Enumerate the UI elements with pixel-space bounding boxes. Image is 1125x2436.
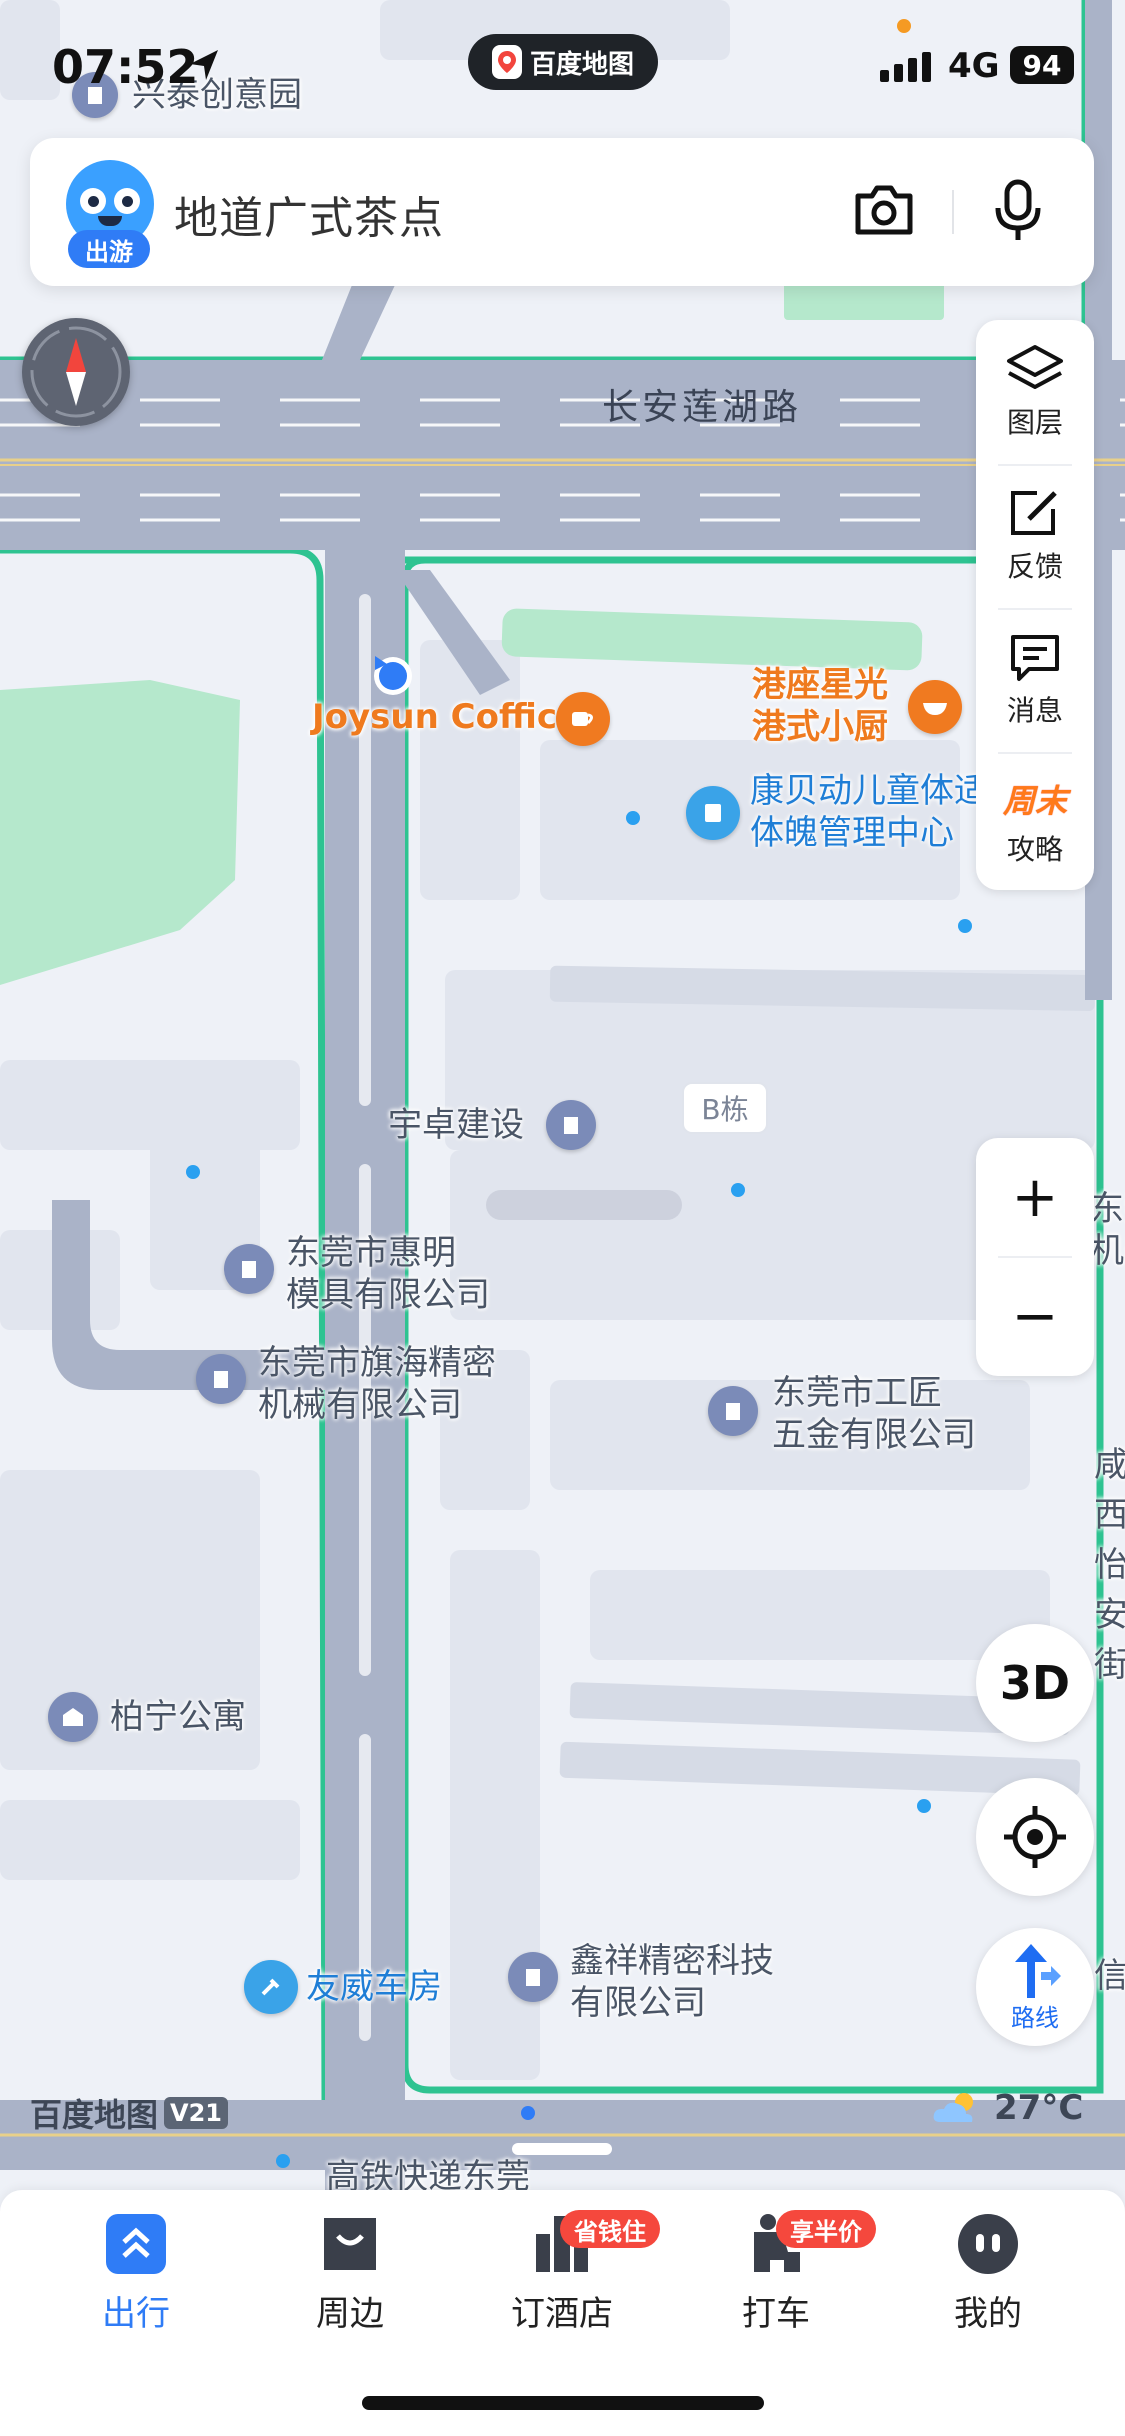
nearby-bag-icon	[324, 2218, 376, 2270]
layers-icon	[1007, 345, 1063, 389]
hotel-promo-badge: 省钱住	[560, 2210, 660, 2248]
sheet-handle[interactable]	[512, 2143, 612, 2155]
building-b-label: B栋	[701, 1093, 749, 1126]
cellular-signal-icon	[880, 52, 931, 82]
building-icon	[224, 1244, 274, 1294]
search-bar[interactable]: 出游 地道广式茶点	[30, 138, 1094, 286]
3d-toggle-button[interactable]: 3D	[976, 1624, 1094, 1742]
travel-tab-icon	[106, 2214, 166, 2274]
zoom-in-button[interactable]: +	[976, 1138, 1094, 1257]
map-tools-panel: 图层 反馈 消息 周末 攻略	[976, 320, 1094, 890]
zoom-controls: + −	[976, 1138, 1094, 1376]
poi-label-line1: 港座星光	[752, 665, 888, 705]
message-icon	[1011, 635, 1059, 681]
microphone-icon[interactable]	[990, 178, 1046, 244]
profile-face-icon	[958, 2214, 1018, 2274]
ad-banner[interactable]	[486, 1190, 682, 1220]
building-b-tag: B栋	[682, 1082, 768, 1134]
apartment-icon	[48, 1692, 98, 1742]
app-back-pill[interactable]: 百度地图	[468, 34, 658, 90]
road-label-main: 长安莲湖路	[602, 387, 803, 428]
layers-button[interactable]: 图层	[976, 322, 1094, 462]
brand-version: V21	[164, 2097, 228, 2129]
status-time: 07:52	[52, 40, 199, 94]
poi-label: 友威车房	[306, 1967, 442, 2007]
route-arrow-icon	[1015, 1943, 1061, 1998]
compass-needle-icon	[30, 326, 122, 418]
weather-widget[interactable]: 27°C	[930, 2088, 1083, 2128]
tab-nearby[interactable]: 周边	[270, 2212, 430, 2352]
road-label-right-vertical: 咸西怡安街	[1094, 1445, 1125, 1685]
building-icon	[196, 1354, 246, 1404]
building-icon	[546, 1100, 596, 1150]
tab-taxi-label: 打车	[742, 2294, 810, 2334]
poi-edge-right-1: 东莞	[1090, 1189, 1125, 1229]
tab-profile-label: 我的	[954, 2294, 1022, 2334]
messages-button[interactable]: 消息	[976, 610, 1094, 750]
tab-nearby-label: 周边	[316, 2294, 384, 2334]
poi-label: 宇卓建设	[388, 1105, 524, 1145]
camera-icon[interactable]	[852, 182, 916, 238]
tab-travel[interactable]: 出行	[56, 2212, 216, 2352]
poi-label: Joysun Coffice	[312, 697, 581, 737]
search-divider	[952, 190, 954, 234]
battery-indicator: 94	[1010, 46, 1074, 84]
poi-label-line2: 港式小厨	[752, 707, 888, 747]
travel-badge[interactable]: 出游	[68, 230, 150, 268]
book-icon	[686, 786, 740, 840]
route-button[interactable]: 路线	[976, 1928, 1094, 2046]
building-icon	[508, 1952, 558, 2002]
coffee-icon	[556, 692, 610, 746]
guide-button[interactable]: 周末 攻略	[976, 752, 1094, 892]
poi-edge-right-2: 机器	[1090, 1231, 1125, 1271]
status-bar: 07:52 百度地图 4G 94	[0, 0, 1125, 130]
poi-label-line1: 鑫祥精密科技	[570, 1941, 774, 1981]
car-repair-icon	[244, 1960, 298, 2014]
poi-label: 柏宁公寓	[110, 1697, 246, 1737]
compass-button[interactable]	[22, 318, 130, 426]
poi-label-line2: 模具有限公司	[286, 1275, 490, 1315]
app-pill-label: 百度地图	[529, 49, 634, 80]
restaurant-icon	[908, 680, 962, 734]
poi-label-line1: 康贝动儿童体适	[750, 771, 988, 811]
3d-label: 3D	[999, 1656, 1071, 1710]
weekend-badge-icon: 周末	[1002, 782, 1067, 820]
edit-icon	[1011, 491, 1057, 535]
taxi-promo-badge: 享半价	[776, 2210, 876, 2248]
poi-label-line2: 机械有限公司	[258, 1385, 462, 1425]
baidu-map-logo-icon	[491, 45, 522, 79]
route-label: 路线	[1011, 2003, 1059, 2032]
layers-label: 图层	[1006, 406, 1063, 439]
brand-text: 百度地图	[30, 2096, 159, 2134]
messages-label: 消息	[1006, 694, 1063, 727]
poi-label-line1: 东莞市旗海精密	[258, 1343, 496, 1383]
search-input[interactable]: 地道广式茶点	[174, 182, 444, 246]
poi-label-line2: 体魄管理中心	[750, 813, 954, 853]
map-brand-scale: 百度地图 V21	[30, 2090, 228, 2136]
zoom-out-button[interactable]: −	[976, 1257, 1094, 1376]
locate-crosshair-icon	[1004, 1806, 1066, 1868]
guide-label: 攻略	[1006, 833, 1063, 866]
location-arrow-icon	[190, 50, 218, 80]
poi-edge-right-xin: 信	[1094, 1956, 1125, 1996]
building-icon	[708, 1386, 758, 1436]
poi-label-line2: 有限公司	[570, 1983, 706, 2023]
poi-label-line1: 东莞市惠明	[286, 1233, 456, 1273]
locate-button[interactable]	[976, 1778, 1094, 1896]
feedback-label: 反馈	[1006, 550, 1063, 583]
temperature: 27°C	[994, 2088, 1084, 2128]
feedback-button[interactable]: 反馈	[976, 466, 1094, 606]
partly-cloudy-icon	[933, 2093, 973, 2122]
tab-hotel-label: 订酒店	[511, 2294, 613, 2334]
poi-label-line1: 东莞市工匠	[772, 1373, 942, 1413]
current-location-marker	[371, 654, 415, 698]
network-type: 4G	[948, 46, 1000, 86]
tab-travel-label: 出行	[102, 2294, 170, 2334]
tab-profile[interactable]: 我的	[908, 2212, 1068, 2352]
poi-label-line2: 五金有限公司	[772, 1415, 976, 1455]
home-indicator[interactable]	[362, 2396, 764, 2410]
